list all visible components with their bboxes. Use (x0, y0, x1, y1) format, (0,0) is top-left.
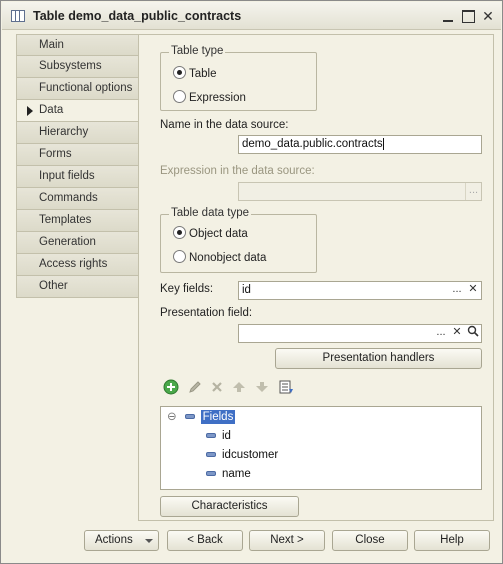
key-fields-label: Key fields: (160, 283, 214, 295)
radio-label: Object data (189, 228, 248, 240)
nav-item-label: Generation (39, 236, 96, 248)
field-icon (206, 452, 216, 458)
table-icon (11, 10, 25, 22)
tree-item-label: idcustomer (222, 449, 279, 461)
data-source-input[interactable]: demo_data.public.contracts (238, 135, 482, 154)
dialog-window: Table demo_data_public_contracts ✕ Main … (0, 0, 503, 564)
nav-item-functional-options[interactable]: Functional options (16, 78, 139, 100)
key-fields-input[interactable]: id ... ✕ (238, 281, 482, 300)
expression-select-button: ... (465, 183, 481, 200)
nav-item-forms[interactable]: Forms (16, 144, 139, 166)
window-title: Table demo_data_public_contracts (33, 9, 242, 23)
tree-item-label: name (222, 468, 251, 480)
nav-item-access-rights[interactable]: Access rights (16, 254, 139, 276)
close-window-button[interactable]: ✕ (480, 8, 496, 24)
text-cursor (382, 137, 384, 150)
next-button[interactable]: Next > (249, 530, 325, 551)
nav-item-commands[interactable]: Commands (16, 188, 139, 210)
nav-item-label: Data (39, 104, 64, 116)
edit-icon[interactable] (187, 379, 203, 395)
radio-expression[interactable]: Expression (173, 90, 246, 106)
radio-label: Table (189, 68, 217, 80)
nav-item-label: Commands (39, 192, 98, 204)
nav-item-subsystems[interactable]: Subsystems (16, 56, 139, 78)
actions-button[interactable]: Actions (84, 530, 159, 551)
presentation-clear-icon[interactable]: ✕ (449, 325, 465, 342)
nav-item-hierarchy[interactable]: Hierarchy (16, 122, 139, 144)
actions-label: Actions (95, 534, 133, 546)
move-up-icon[interactable] (231, 379, 247, 395)
radio-table[interactable]: Table (173, 66, 217, 82)
data-type-group: Table data type Object data Nonobject da… (160, 207, 317, 273)
data-panel: Table type Table Expression Name in the … (138, 34, 494, 521)
radio-label: Expression (189, 92, 246, 104)
data-source-label: Name in the data source: (160, 119, 289, 131)
nav-item-data[interactable]: Data (16, 100, 140, 122)
list-icon[interactable] (278, 379, 294, 395)
presentation-field-input[interactable]: ... ✕ (238, 324, 482, 343)
field-group-icon (184, 414, 195, 420)
dropdown-arrow-icon (145, 539, 153, 543)
presentation-search-icon[interactable] (465, 325, 481, 342)
key-fields-clear-icon[interactable]: ✕ (465, 282, 481, 299)
help-button[interactable]: Help (414, 530, 490, 551)
nav-item-label: Other (39, 280, 68, 292)
radio-nonobject-data[interactable]: Nonobject data (173, 250, 266, 266)
presentation-handlers-button[interactable]: Presentation handlers (275, 348, 482, 369)
section-nav: Main Subsystems Functional options Data … (16, 34, 140, 298)
data-type-title: Table data type (169, 207, 252, 219)
nav-item-other[interactable]: Other (16, 276, 139, 298)
title-bar: Table demo_data_public_contracts ✕ (2, 2, 501, 30)
radio-label: Nonobject data (189, 252, 267, 264)
expression-input: ... (238, 182, 482, 201)
tree-row-idcustomer[interactable]: idcustomer (206, 446, 278, 464)
nav-item-label: Forms (39, 148, 72, 160)
delete-icon[interactable] (209, 379, 225, 395)
tree-row-name[interactable]: name (206, 465, 251, 483)
nav-item-label: Access rights (39, 258, 108, 270)
nav-item-label: Templates (39, 214, 92, 226)
key-fields-select-button[interactable]: ... (449, 282, 465, 299)
presentation-field-label: Presentation field: (160, 307, 253, 319)
nav-item-main[interactable]: Main (16, 34, 139, 56)
active-arrow-icon (27, 106, 33, 116)
nav-item-templates[interactable]: Templates (16, 210, 139, 232)
expression-label: Expression in the data source: (160, 165, 315, 177)
field-icon (206, 471, 216, 477)
nav-item-input-fields[interactable]: Input fields (16, 166, 139, 188)
tree-row-fields[interactable]: ⊖ Fields (167, 408, 236, 426)
maximize-button[interactable] (460, 8, 476, 24)
close-button[interactable]: Close (332, 530, 408, 551)
nav-item-label: Input fields (39, 170, 95, 182)
radio-object-data[interactable]: Object data (173, 226, 248, 242)
add-icon[interactable] (163, 379, 179, 395)
nav-item-label: Main (39, 39, 64, 51)
table-type-title: Table type (169, 45, 226, 57)
move-down-icon[interactable] (254, 379, 270, 395)
table-type-group: Table type Table Expression (160, 45, 317, 111)
tree-row-id[interactable]: id (206, 427, 231, 445)
tree-root-label: Fields (200, 410, 236, 424)
tree-item-label: id (222, 430, 231, 442)
key-fields-value: id (242, 284, 251, 296)
field-icon (206, 433, 216, 439)
nav-item-label: Subsystems (39, 60, 102, 72)
collapse-icon[interactable]: ⊖ (167, 411, 177, 423)
radio-indicator (173, 250, 186, 264)
radio-indicator (173, 90, 186, 104)
nav-item-label: Functional options (39, 82, 133, 94)
radio-indicator (173, 66, 186, 80)
data-source-value: demo_data.public.contracts (242, 138, 383, 150)
radio-indicator (173, 226, 186, 240)
nav-item-label: Hierarchy (39, 126, 89, 138)
presentation-select-button[interactable]: ... (433, 325, 449, 342)
nav-item-generation[interactable]: Generation (16, 232, 139, 254)
fields-tree[interactable]: ⊖ Fields id idcustomer name (160, 406, 482, 490)
minimize-button[interactable] (440, 8, 456, 24)
back-button[interactable]: < Back (167, 530, 243, 551)
characteristics-button[interactable]: Characteristics (160, 496, 299, 517)
